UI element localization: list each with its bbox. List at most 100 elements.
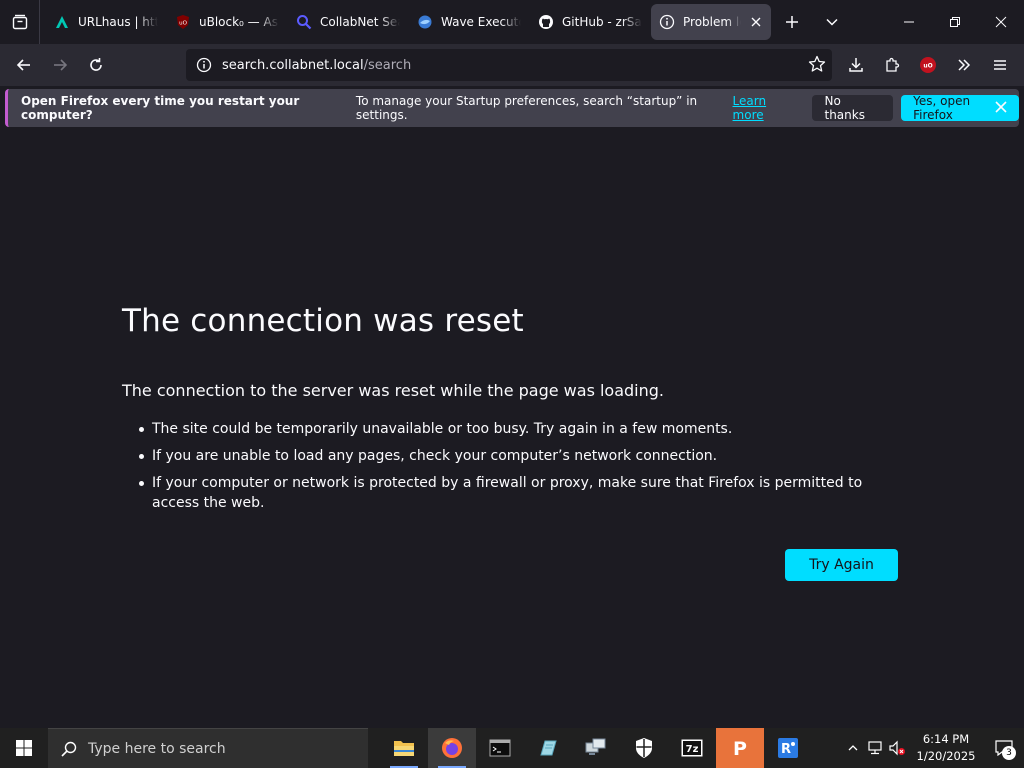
- hamburger-menu-icon: [994, 60, 1006, 70]
- list-item: If your computer or network is protected…: [139, 473, 912, 513]
- taskbar-apps: 7z P R: [380, 728, 812, 768]
- clock-time: 6:14 PM: [922, 732, 970, 746]
- notepad-app[interactable]: [524, 728, 572, 768]
- firefox-icon: [442, 738, 462, 758]
- windows-taskbar: Type here to search 7z P R 6:14 PM 1/20/…: [0, 728, 1024, 768]
- ublock-icon: uO: [920, 57, 936, 73]
- clock[interactable]: 6:14 PM 1/20/2025: [908, 731, 984, 765]
- list-item: The site could be temporarily unavailabl…: [139, 419, 912, 439]
- action-center-button[interactable]: 3: [984, 728, 1024, 768]
- download-icon: [849, 58, 863, 72]
- url-bar[interactable]: search.collabnet.local/search: [186, 49, 832, 81]
- remote-app[interactable]: R: [764, 728, 812, 768]
- urlhaus-icon: [54, 14, 70, 30]
- url-text[interactable]: search.collabnet.local/search: [222, 58, 411, 73]
- tab-label: CollabNet Sea: [320, 15, 400, 29]
- tab-problem-loading[interactable]: Problem lo: [651, 4, 771, 40]
- notepad-icon: [540, 740, 557, 756]
- toolbar-actions: uO: [838, 49, 1018, 81]
- app-menu-button[interactable]: [982, 49, 1018, 81]
- remote-desktop-app[interactable]: [572, 728, 620, 768]
- svg-text:7z: 7z: [686, 744, 699, 755]
- learn-more-link[interactable]: Learn more: [733, 94, 797, 122]
- plus-icon: [786, 16, 798, 28]
- double-chevron-right-icon: [958, 59, 971, 71]
- info-icon: [659, 14, 675, 30]
- security-app[interactable]: [620, 728, 668, 768]
- close-notification-icon[interactable]: [993, 99, 1009, 118]
- url-host: search.collabnet.local: [222, 57, 364, 73]
- site-info-icon[interactable]: [194, 57, 214, 73]
- svg-text:uO: uO: [179, 21, 187, 27]
- p-logo-icon: P: [733, 738, 747, 759]
- reload-icon: [90, 58, 102, 71]
- try-again-button[interactable]: Try Again: [785, 549, 898, 581]
- tabstrip-actions: [772, 0, 852, 44]
- tab-label: URLhaus | http: [78, 15, 158, 29]
- terminal-icon: [489, 739, 511, 757]
- tab-label: Wave Executo: [441, 15, 521, 29]
- tab-label: Problem lo: [683, 15, 741, 29]
- new-tab-button[interactable]: [772, 0, 812, 44]
- tab-urlhaus[interactable]: URLhaus | http: [46, 4, 166, 40]
- firefox-app[interactable]: [428, 728, 476, 768]
- arrow-left-icon: [16, 59, 30, 71]
- 7zip-app[interactable]: 7z: [668, 728, 716, 768]
- firefox-view-icon: [12, 14, 27, 30]
- reload-button[interactable]: [78, 49, 114, 81]
- puzzle-icon: [886, 57, 900, 72]
- psiphon-app[interactable]: P: [716, 728, 764, 768]
- volume-button[interactable]: [886, 728, 908, 768]
- restore-button[interactable]: [932, 0, 978, 44]
- tab-label: uBlock₀ — Ass: [199, 15, 279, 29]
- error-suggestions: The site could be temporarily unavailabl…: [139, 419, 912, 520]
- network-icon: [868, 741, 882, 755]
- tab-collabnet-search[interactable]: CollabNet Sea: [288, 4, 408, 40]
- tab-strip: URLhaus | http uO uBlock₀ — Ass CollabNe…: [0, 0, 1024, 44]
- volume-muted-icon: [889, 740, 905, 756]
- error-description: The connection to the server was reset w…: [122, 381, 665, 400]
- close-window-button[interactable]: [978, 0, 1024, 44]
- tab-list: URLhaus | http uO uBlock₀ — Ass CollabNe…: [40, 0, 772, 44]
- start-button[interactable]: [0, 728, 48, 768]
- taskbar-search-box[interactable]: Type here to search: [48, 728, 368, 768]
- no-thanks-button[interactable]: No thanks: [812, 94, 894, 122]
- list-item: If you are unable to load any pages, che…: [139, 446, 912, 466]
- file-explorer-app[interactable]: [380, 728, 428, 768]
- ublock-extension-button[interactable]: uO: [910, 49, 946, 81]
- show-hidden-icons-button[interactable]: [842, 728, 864, 768]
- screen: URLhaus | http uO uBlock₀ — Ass CollabNe…: [0, 0, 1024, 768]
- extensions-button[interactable]: [874, 49, 910, 81]
- startup-notification-bar: Open Firefox every time you restart your…: [5, 89, 1019, 127]
- more-tools-button[interactable]: [946, 49, 982, 81]
- error-page: The connection was reset The connection …: [0, 131, 1024, 728]
- search-icon: [296, 14, 312, 30]
- folder-icon: [394, 741, 414, 756]
- svg-text:P: P: [733, 738, 747, 759]
- search-icon: [61, 741, 77, 757]
- 7zip-icon: 7z: [681, 739, 703, 757]
- forward-button[interactable]: [42, 49, 78, 81]
- notification-heading: Open Firefox every time you restart your…: [21, 94, 300, 122]
- tab-github[interactable]: GitHub - zrSar: [530, 4, 650, 40]
- network-computers-icon: [585, 738, 606, 755]
- ublock-icon: uO: [175, 14, 191, 30]
- list-all-tabs-button[interactable]: [812, 0, 852, 44]
- close-tab-icon[interactable]: [749, 15, 763, 29]
- minimize-button[interactable]: [886, 0, 932, 44]
- terminal-app[interactable]: [476, 728, 524, 768]
- firefox-view-button[interactable]: [0, 0, 40, 44]
- arrow-right-icon: [54, 59, 68, 71]
- clock-date: 1/20/2025: [916, 749, 976, 763]
- window-controls: [886, 0, 1024, 44]
- tab-ublock[interactable]: uO uBlock₀ — Ass: [167, 4, 287, 40]
- back-button[interactable]: [6, 49, 42, 81]
- chevron-up-icon: [848, 745, 858, 751]
- bookmark-star-icon[interactable]: [808, 55, 826, 77]
- tab-wave-executor[interactable]: Wave Executo: [409, 4, 529, 40]
- downloads-button[interactable]: [838, 49, 874, 81]
- network-status-button[interactable]: [864, 728, 886, 768]
- system-tray: 6:14 PM 1/20/2025 3: [842, 728, 1024, 768]
- github-icon: [538, 14, 554, 30]
- restore-icon: [950, 17, 960, 27]
